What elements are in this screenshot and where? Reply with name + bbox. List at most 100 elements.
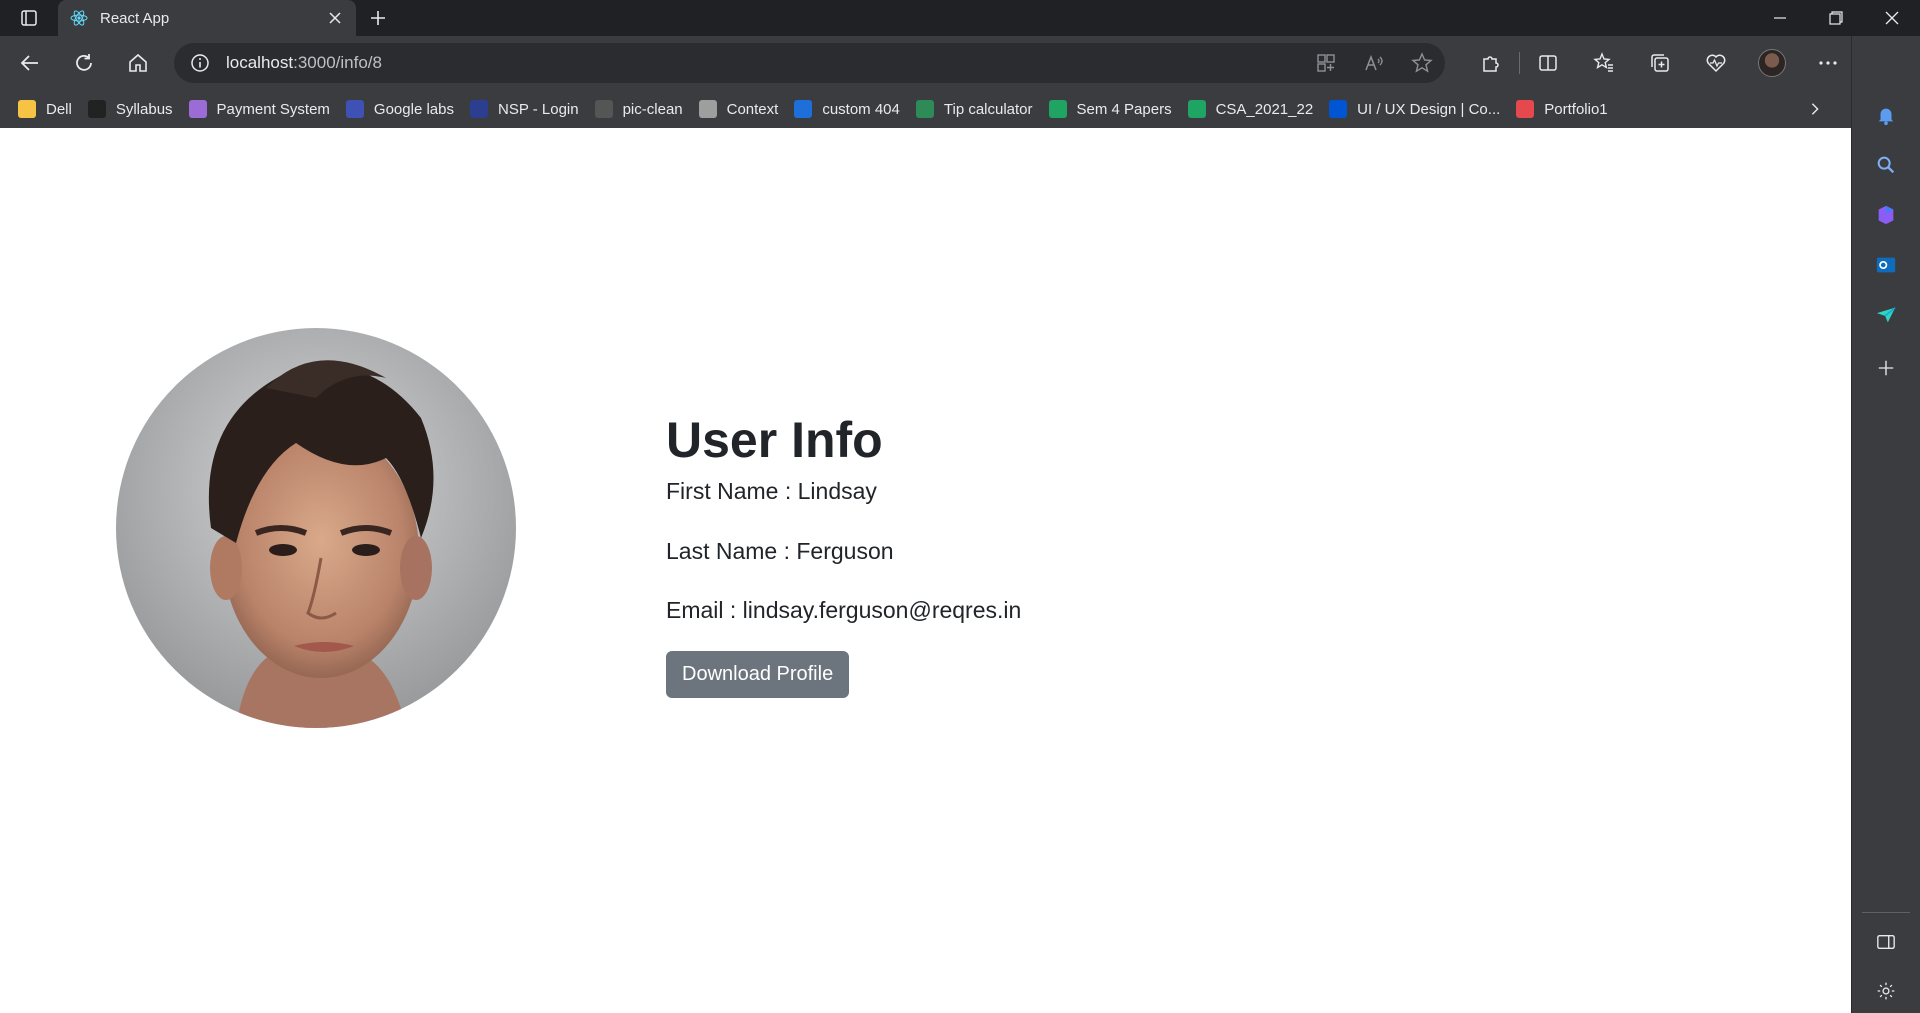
bookmark-label: Tip calculator xyxy=(943,100,1033,118)
refresh-button[interactable] xyxy=(60,43,108,83)
settings-more-button[interactable] xyxy=(1800,43,1856,83)
first-name-text: First Name : Lindsay xyxy=(666,478,877,504)
bookmarks-bar: Dell Syllabus Payment System Google labs NSP… xyxy=(0,90,1920,128)
bookmark-label: NSP - Login xyxy=(497,100,579,118)
close-tab-icon[interactable] xyxy=(326,9,344,27)
user-info-section: User Info First Name : Lindsay Last Name… xyxy=(666,410,1021,698)
react-icon xyxy=(70,9,88,27)
last-name-text: Last Name : Ferguson xyxy=(666,537,894,564)
document-icon xyxy=(698,100,717,118)
bookmark-label: Dell xyxy=(46,100,72,118)
collections-icon xyxy=(1651,54,1669,72)
favorite-star-icon[interactable] xyxy=(1411,52,1433,74)
syllabus-icon xyxy=(87,100,106,118)
home-icon xyxy=(129,53,147,72)
heart-pulse-icon xyxy=(1706,54,1726,73)
bookmark-label: UI / UX Design | Co... xyxy=(1357,100,1501,118)
bookmark-label: pic-clean xyxy=(622,100,683,118)
new-tab-button[interactable] xyxy=(356,0,400,36)
tab-title: React App xyxy=(100,9,170,27)
bookmark-item[interactable]: custom 404 xyxy=(792,94,908,124)
copilot-icon[interactable] xyxy=(1872,201,1900,229)
app-available-icon[interactable] xyxy=(1315,52,1337,74)
page-content: User Info First Name : Lindsay Last Name… xyxy=(0,128,1851,1013)
split-screen-icon xyxy=(1539,55,1557,71)
bookmark-item[interactable]: NSP - Login xyxy=(468,94,587,124)
url-host: localhost xyxy=(226,53,294,72)
bookmark-label: Google labs xyxy=(373,100,454,118)
read-aloud-icon[interactable] xyxy=(1363,52,1385,74)
bookmark-label: Payment System xyxy=(216,100,330,118)
folder-icon xyxy=(18,100,36,118)
page-title: User Info xyxy=(666,412,883,468)
sidebar-settings-gear-icon[interactable] xyxy=(1872,977,1900,1005)
browser-essentials-button[interactable] xyxy=(1688,43,1744,83)
infinity-icon xyxy=(794,100,813,118)
tab-actions-button[interactable] xyxy=(0,0,58,36)
bookmark-item[interactable]: UI / UX Design | Co... xyxy=(1327,94,1508,124)
bookmark-item[interactable]: Tip calculator xyxy=(914,94,1041,124)
bookmark-item[interactable]: Payment System xyxy=(187,94,338,124)
address-bar[interactable]: localhost:3000/info/8 xyxy=(174,43,1445,83)
avatar xyxy=(1758,49,1786,77)
url-path: :3000/info/8 xyxy=(293,53,382,72)
google-drive-icon xyxy=(1187,100,1206,118)
send-icon[interactable] xyxy=(1872,301,1900,329)
tab-react-app[interactable]: React App xyxy=(58,0,356,36)
bookmark-label: CSA_2021_22 xyxy=(1215,100,1314,118)
profile-button[interactable] xyxy=(1744,43,1800,83)
outlook-icon[interactable] xyxy=(1872,251,1900,279)
puzzle-icon xyxy=(1483,56,1499,72)
bookmark-item[interactable]: Dell xyxy=(16,94,80,124)
bookmark-item[interactable]: CSA_2021_22 xyxy=(1186,94,1322,124)
restore-button[interactable] xyxy=(1808,0,1864,36)
bookmark-item[interactable]: Google labs xyxy=(344,94,462,124)
tip-calculator-icon xyxy=(915,100,934,118)
bookmark-label: custom 404 xyxy=(822,100,900,118)
back-arrow-icon xyxy=(20,55,38,71)
home-button[interactable] xyxy=(114,43,162,83)
bookmark-label: Context xyxy=(726,100,779,118)
browser-toolbar: localhost:3000/info/8 b xyxy=(0,36,1920,90)
extensions-button[interactable] xyxy=(1463,43,1519,83)
bookmark-item[interactable]: Portfolio1 xyxy=(1514,94,1615,124)
google-labs-icon xyxy=(345,100,364,118)
profile-photo xyxy=(116,328,516,728)
sidebar-divider xyxy=(1862,912,1910,913)
portfolio-icon xyxy=(1516,100,1535,118)
bookmark-item[interactable]: pic-clean xyxy=(593,94,691,124)
pic-clean-icon xyxy=(594,100,613,118)
bookmark-label: Syllabus xyxy=(115,100,173,118)
more-bookmarks-chevron-icon[interactable] xyxy=(1800,94,1830,124)
bookmark-item[interactable]: Syllabus xyxy=(86,94,181,124)
favorites-list-icon xyxy=(1593,52,1613,72)
split-screen-button[interactable] xyxy=(1520,43,1576,83)
collections-button[interactable] xyxy=(1632,43,1688,83)
download-profile-button[interactable]: Download Profile xyxy=(666,650,850,698)
refresh-icon xyxy=(76,54,92,71)
bookmark-label: Sem 4 Papers xyxy=(1076,100,1172,118)
coursera-icon xyxy=(1329,100,1348,118)
favorites-button[interactable] xyxy=(1576,43,1632,83)
more-dots-icon xyxy=(1819,61,1837,65)
email-text: Email : lindsay.ferguson@reqres.in xyxy=(666,597,1022,624)
bookmark-item[interactable]: Sem 4 Papers xyxy=(1047,94,1180,124)
minimize-button[interactable] xyxy=(1752,0,1808,36)
tab-actions-icon xyxy=(21,10,37,26)
bookmark-item[interactable]: Context xyxy=(697,94,787,124)
notifications-bell-icon[interactable] xyxy=(1872,101,1900,129)
plus-icon xyxy=(371,11,385,25)
title-bar: React App xyxy=(0,0,1920,36)
payment-icon xyxy=(188,100,207,118)
site-info-icon[interactable] xyxy=(190,53,210,73)
hide-sidebar-icon[interactable] xyxy=(1872,928,1900,956)
nsp-icon xyxy=(469,100,488,118)
bookmark-label: Portfolio1 xyxy=(1544,100,1608,118)
back-button[interactable] xyxy=(6,43,54,83)
search-icon[interactable] xyxy=(1872,151,1900,179)
close-window-button[interactable] xyxy=(1864,0,1920,36)
google-drive-icon xyxy=(1048,100,1067,118)
add-sidebar-app-icon[interactable] xyxy=(1872,354,1900,382)
url-text[interactable]: localhost:3000/info/8 xyxy=(226,53,1315,73)
edge-sidebar xyxy=(1851,36,1920,1013)
